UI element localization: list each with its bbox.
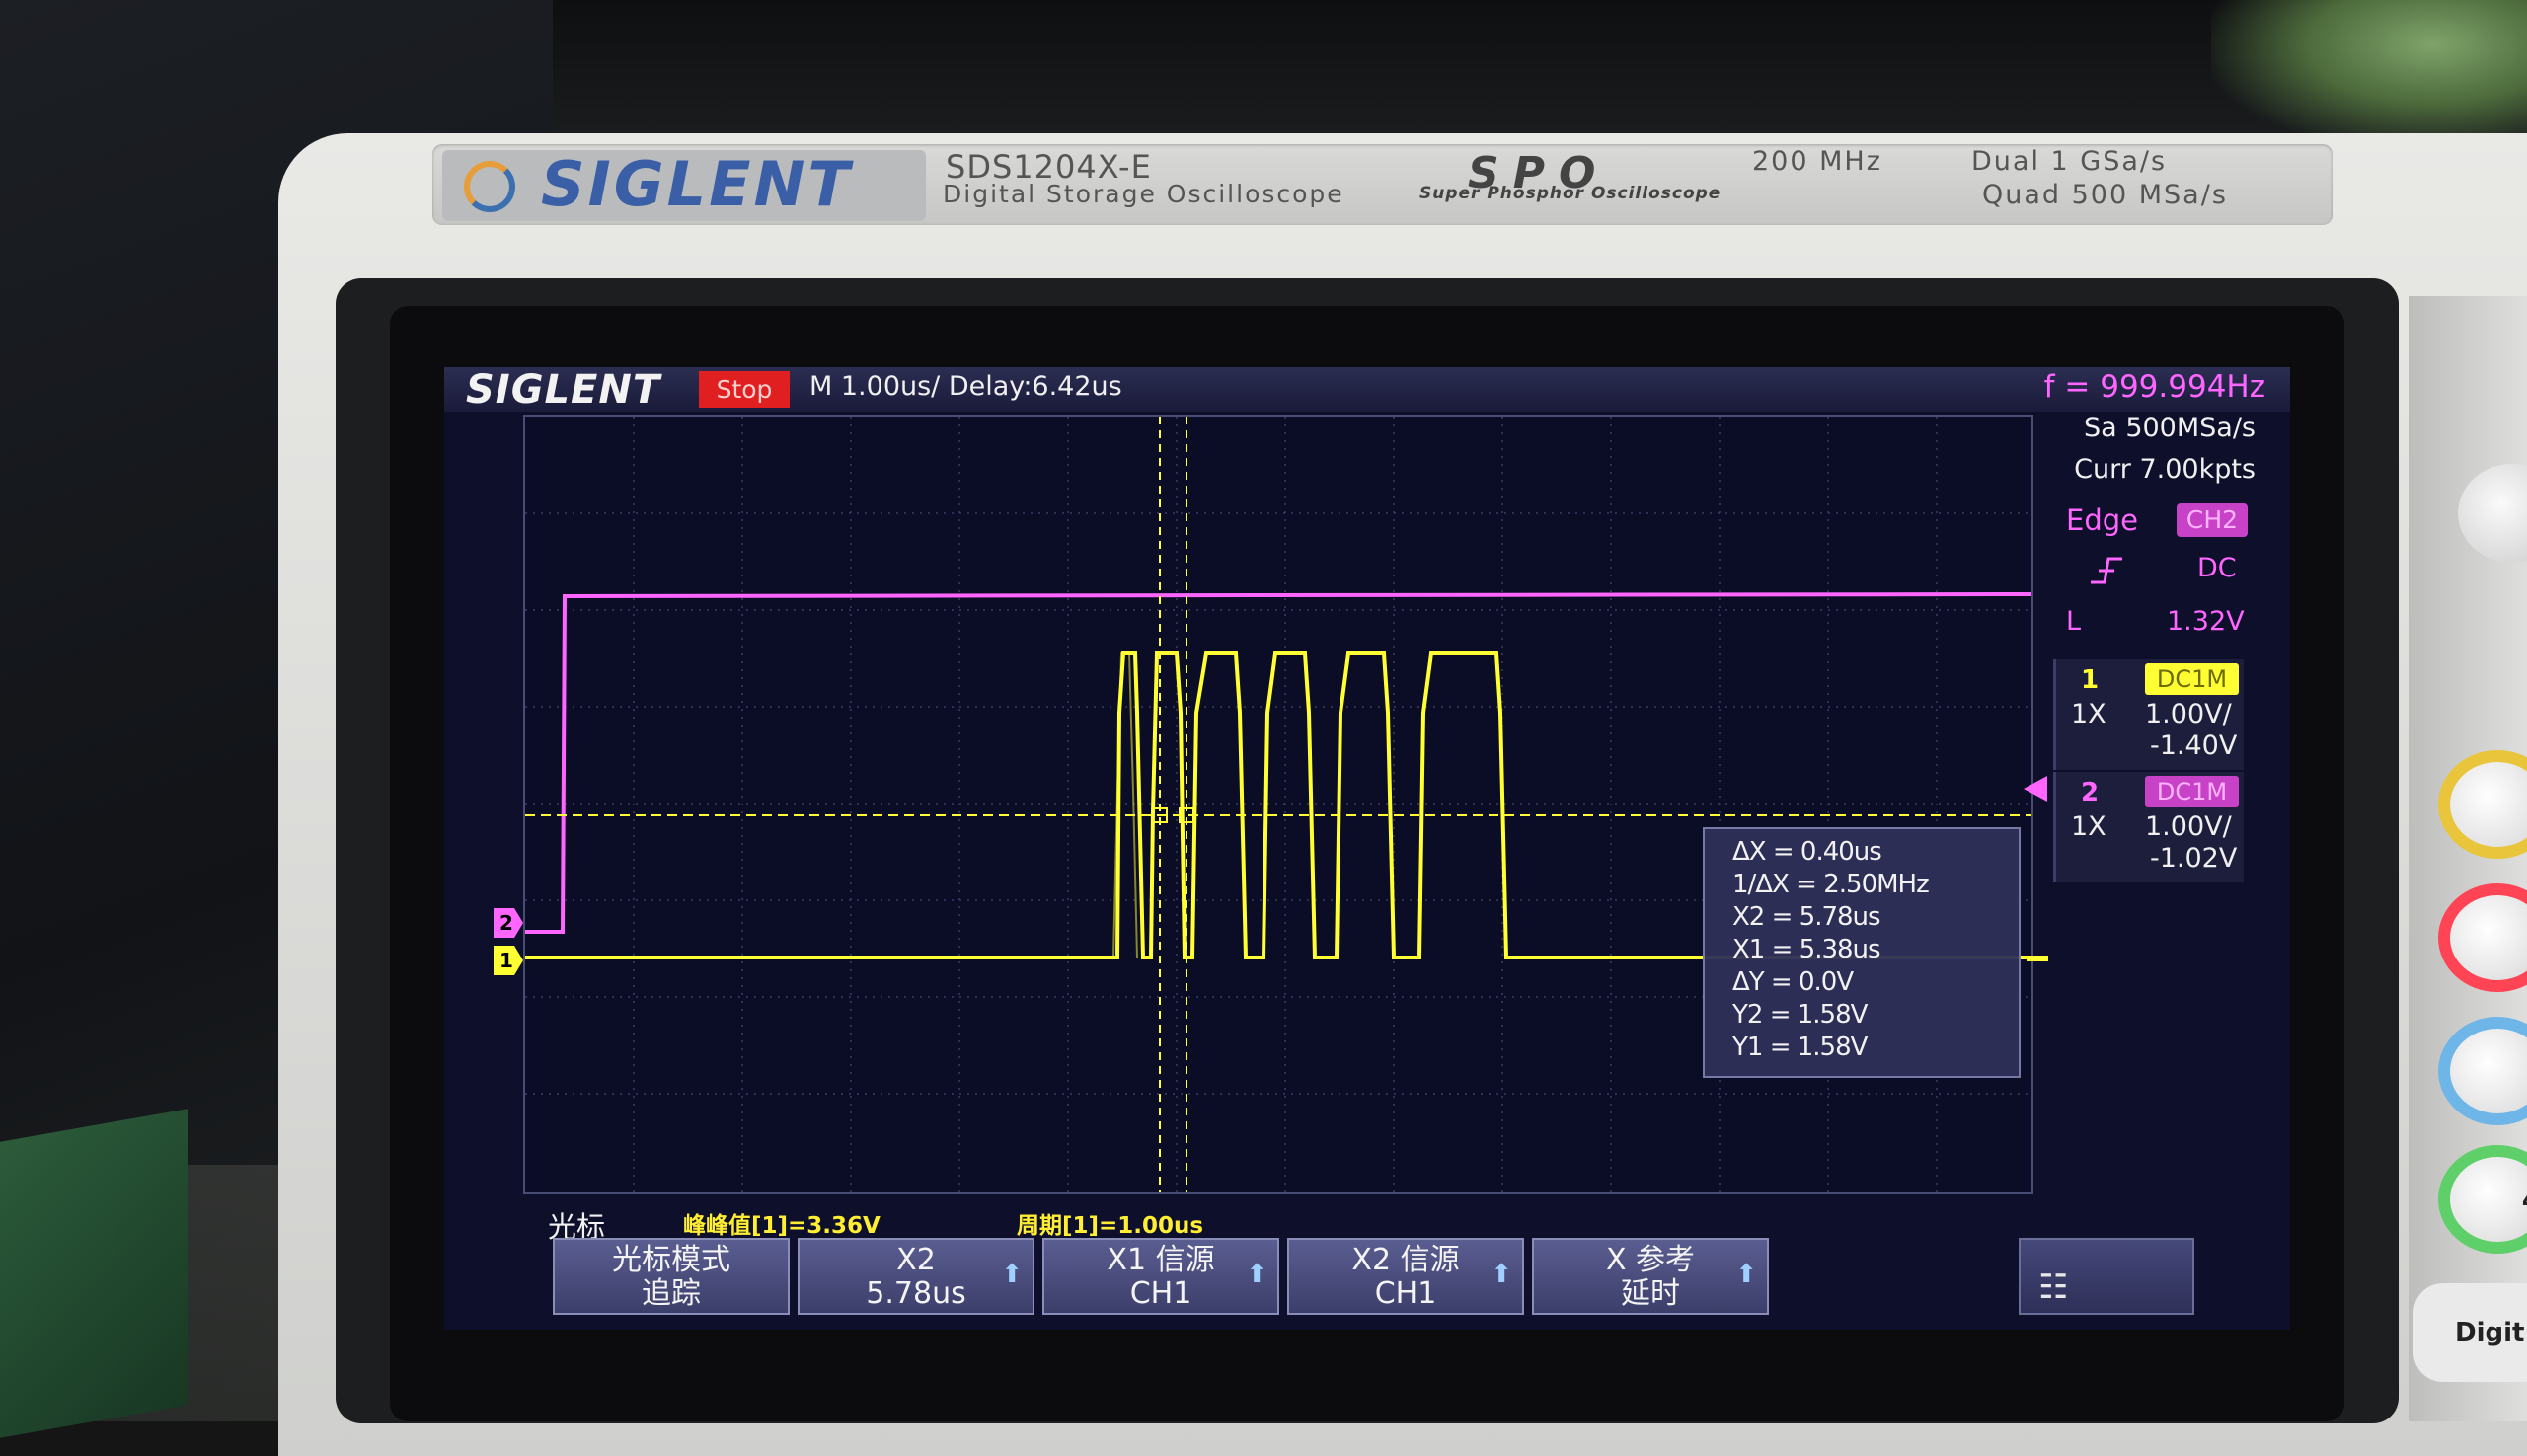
softkey-value: CH1 <box>1129 1276 1192 1311</box>
ch1-number: 1 <box>2081 665 2100 695</box>
softkey-value: 延时 <box>1621 1276 1680 1311</box>
knob-adjust-icon: ⬆ <box>1491 1260 1512 1289</box>
softkey-cursor-mode[interactable]: 光标模式 追踪 <box>553 1238 790 1315</box>
cursor-readout-box: ΔX = 0.40us 1/ΔX = 2.50MHz X2 = 5.78us X… <box>1703 827 2021 1078</box>
timebase-readout: M 1.00us/ Delay:6.42us <box>809 371 1122 402</box>
trigger-level-value: 1.32V <box>2167 606 2245 637</box>
trigger-source-badge: CH2 <box>2177 503 2248 537</box>
ch1-info-box[interactable]: 1 DC1M 1X 1.00V/ -1.40V <box>2053 659 2244 770</box>
ch1-ground-marker[interactable]: 1 <box>494 946 523 975</box>
ch1-offset: -1.40V <box>2150 730 2238 761</box>
run-stop-badge: Stop <box>699 371 790 408</box>
ch1-probe: 1X <box>2071 699 2106 729</box>
softkey-label: X2 <box>896 1243 936 1277</box>
measurement-pk-pk: 峰峰值[1]=3.36V <box>683 1213 881 1239</box>
knob-adjust-icon: ⬆ <box>1735 1260 1757 1289</box>
frequency-counter: f = 999.994Hz <box>2043 369 2265 405</box>
circuit-board <box>0 1109 188 1438</box>
ch2-offset: -1.02V <box>2150 843 2238 874</box>
cursor-y1-value: Y1 = 1.58V <box>1732 1033 1868 1062</box>
cursor-x2-value: X2 = 5.78us <box>1732 902 1881 932</box>
cursor-delta-x: ΔX = 0.40us <box>1732 837 1882 867</box>
cursor-y2-value: Y2 = 1.58V <box>1732 1000 1868 1030</box>
ch2-number: 2 <box>2081 778 2100 807</box>
softkey-x-reference[interactable]: X 参考 延时 ⬆ <box>1532 1238 1769 1315</box>
spo-subtitle: Super Phosphor Oscilloscope <box>1419 184 1722 203</box>
softkey-label: X1 信源 <box>1107 1243 1215 1277</box>
trigger-level-marker[interactable] <box>2024 776 2047 802</box>
sample-rate-dual: Dual 1 GSa/s <box>1971 146 2168 177</box>
brand-swirl-icon <box>464 161 515 212</box>
screen-logo: SIGLENT <box>466 367 661 413</box>
ch1-scale: 1.00V/ <box>2145 699 2232 729</box>
softkey-value: 追踪 <box>642 1276 701 1311</box>
ch2-probe: 1X <box>2071 811 2106 842</box>
softkey-label: X2 信源 <box>1351 1243 1460 1277</box>
softkey-x2-source[interactable]: X2 信源 CH1 ⬆ <box>1287 1238 1524 1315</box>
ch2-scale: 1.00V/ <box>2145 811 2232 842</box>
softkey-value: 5.78us <box>866 1276 966 1311</box>
plant-leaves <box>2211 0 2527 148</box>
sample-rate-quad: Quad 500 MSa/s <box>1982 180 2228 210</box>
softkey-label: X 参考 <box>1605 1243 1696 1277</box>
knob-adjust-icon: ⬆ <box>1246 1260 1267 1289</box>
oscilloscope-screen: SIGLENT Stop M 1.00us/ Delay:6.42us f = … <box>444 367 2290 1330</box>
cursor-x1-value: X1 = 5.38us <box>1732 935 1881 964</box>
cursor-inverse-delta-x: 1/ΔX = 2.50MHz <box>1732 870 1930 899</box>
ch2-coupling-badge: DC1M <box>2145 776 2239 807</box>
trigger-coupling: DC <box>2197 553 2237 583</box>
trigger-level-label: L <box>2066 606 2082 637</box>
bandwidth-spec: 200 MHz <box>1752 146 1882 177</box>
measurement-period: 周期[1]=1.00us <box>1017 1213 1204 1239</box>
cursor-delta-y: ΔY = 0.0V <box>1732 967 1854 997</box>
ch2-info-box[interactable]: 2 DC1M 1X 1.00V/ -1.02V <box>2053 772 2244 882</box>
memory-depth-readout: Curr 7.00kpts <box>2074 454 2256 485</box>
network-icon: ☷ <box>2038 1267 2069 1307</box>
softkey-x2[interactable]: X2 5.78us ⬆ <box>798 1238 1034 1315</box>
network-status-key[interactable]: ☷ <box>2019 1238 2194 1315</box>
rising-edge-icon <box>2091 557 2122 584</box>
ch1-coupling-badge: DC1M <box>2145 663 2239 695</box>
ch2-ground-marker[interactable]: 2 <box>494 908 523 938</box>
softkey-x1-source[interactable]: X1 信源 CH1 ⬆ <box>1042 1238 1279 1315</box>
sample-rate-readout: Sa 500MSa/s <box>2084 413 2256 443</box>
knob-adjust-icon: ⬆ <box>1001 1260 1023 1289</box>
digital-button[interactable]: Digit <box>2413 1283 2527 1382</box>
trigger-type: Edge <box>2066 503 2138 537</box>
softkey-value: CH1 <box>1374 1276 1437 1311</box>
device-subtitle: Digital Storage Oscilloscope <box>943 180 1344 208</box>
brand-name: SIGLENT <box>541 148 853 220</box>
ch1-level-marker <box>2027 956 2048 961</box>
softkey-label: 光标模式 <box>612 1243 730 1277</box>
